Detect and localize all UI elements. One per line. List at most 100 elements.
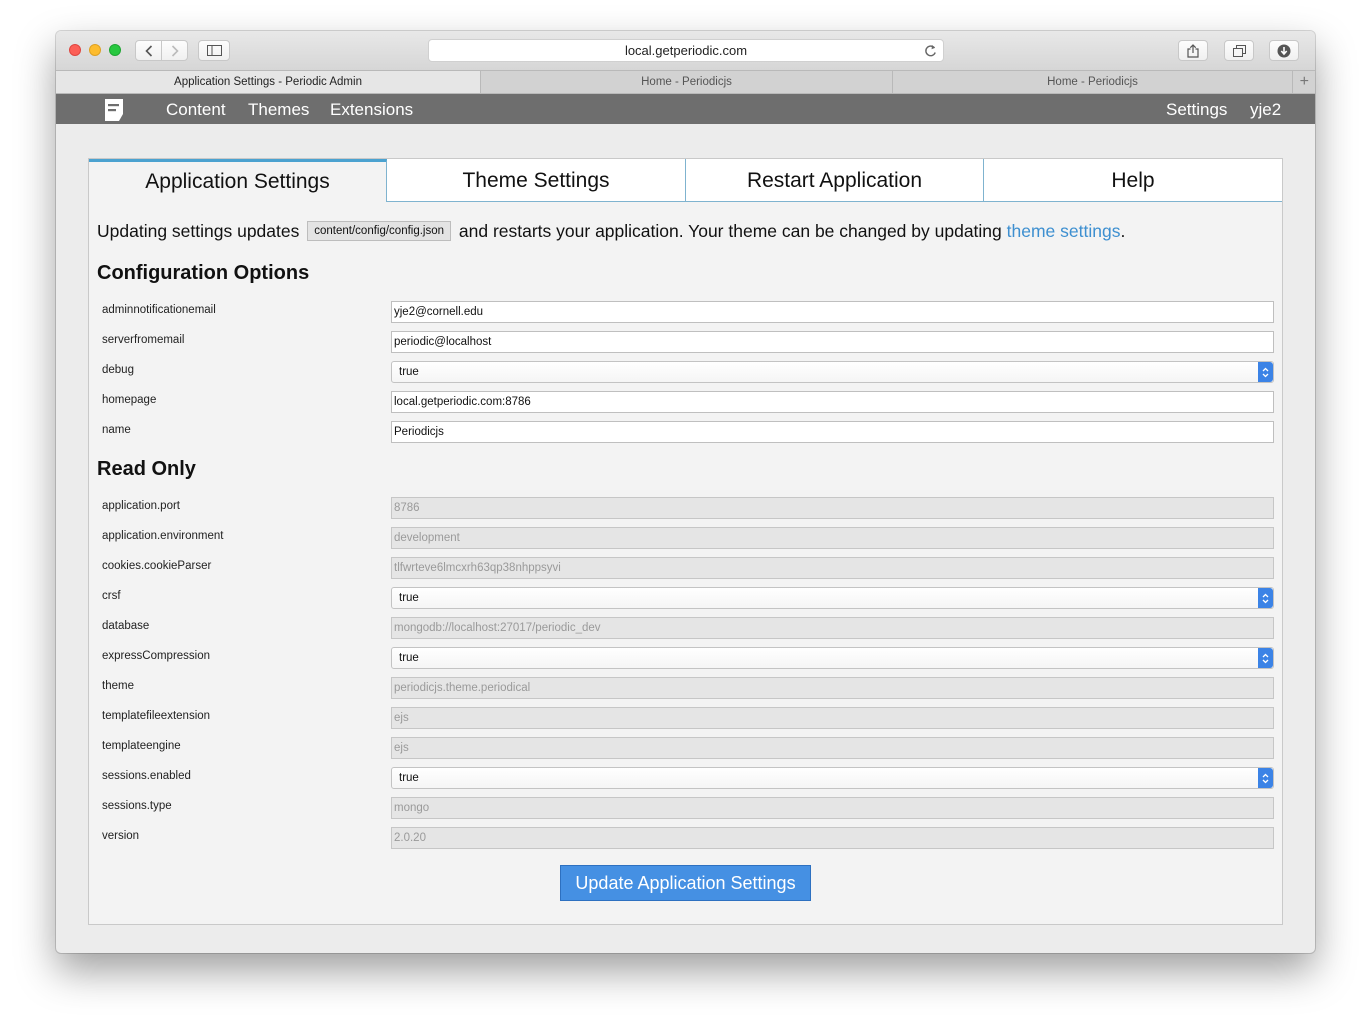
downloads-button[interactable] <box>1269 40 1299 61</box>
expresscompression-select[interactable]: true <box>391 647 1274 669</box>
address-bar[interactable]: local.getperiodic.com <box>428 39 944 62</box>
browser-tab-2[interactable]: Home - Periodicjs <box>481 71 893 93</box>
share-button[interactable] <box>1178 40 1208 61</box>
select-arrows-icon <box>1258 768 1273 788</box>
application-environment-input[interactable]: development <box>391 527 1274 549</box>
field-label: version <box>102 830 140 842</box>
read-only-heading: Read Only <box>97 458 196 480</box>
forward-button[interactable] <box>161 40 188 61</box>
browser-tab-bar: Application Settings - Periodic Admin Ho… <box>56 70 1315 94</box>
select-value: true <box>399 366 419 378</box>
nav-content[interactable]: Content <box>166 94 226 126</box>
share-icon <box>1187 43 1199 58</box>
tabs-overview-button[interactable] <box>1224 40 1254 61</box>
new-tab-button[interactable]: + <box>1300 72 1309 92</box>
cookies-cookieparser-input[interactable]: tlfwrteve6lmcxrh63qp38nhppsyvi <box>391 557 1274 579</box>
select-value: true <box>399 652 419 664</box>
application-port-input[interactable]: 8786 <box>391 497 1274 519</box>
intro-before: Updating settings updates <box>97 221 300 241</box>
field-row-database: database mongodb://localhost:27017/period… <box>89 617 1282 639</box>
field-row-templatefileextension: templatefileextension ejs <box>89 707 1282 729</box>
theme-settings-link[interactable]: theme settings <box>1007 221 1121 241</box>
config-path-code: content/config/config.json <box>307 221 452 242</box>
select-arrows-icon <box>1258 362 1273 382</box>
browser-window: local.getperiodic.com Application Settin… <box>56 31 1315 953</box>
field-row-sessions-enabled: sessions.enabled true <box>89 767 1282 789</box>
homepage-input[interactable]: local.getperiodic.com:8786 <box>391 391 1274 413</box>
field-label: expressCompression <box>102 650 211 662</box>
field-row-version: version 2.0.20 <box>89 827 1282 849</box>
tab-application-settings[interactable]: Application Settings <box>89 159 387 202</box>
browser-tab-3[interactable]: Home - Periodicjs <box>893 71 1293 93</box>
sessions-type-input[interactable]: mongo <box>391 797 1274 819</box>
field-label: application.port <box>102 500 180 512</box>
periodic-logo-icon[interactable] <box>102 98 126 127</box>
select-arrows-icon <box>1258 648 1273 668</box>
nav-user[interactable]: yje2 <box>1250 94 1281 126</box>
serverfromemail-input[interactable]: periodic@localhost <box>391 331 1274 353</box>
crsf-select[interactable]: true <box>391 587 1274 609</box>
sidebar-icon <box>206 45 222 56</box>
select-arrows-icon <box>1258 588 1273 608</box>
debug-select[interactable]: true <box>391 361 1274 383</box>
browser-toolbar: local.getperiodic.com <box>56 31 1315 70</box>
templatefileextension-input[interactable]: ejs <box>391 707 1274 729</box>
browser-tab-1[interactable]: Application Settings - Periodic Admin <box>56 71 481 93</box>
update-settings-button[interactable]: Update Application Settings <box>560 865 811 901</box>
version-input[interactable]: 2.0.20 <box>391 827 1274 849</box>
field-label: application.environment <box>102 530 224 542</box>
field-row-homepage: homepage local.getperiodic.com:8786 <box>89 391 1282 413</box>
field-label: homepage <box>102 394 157 406</box>
field-label: templateengine <box>102 740 181 752</box>
tab-restart-application[interactable]: Restart Application <box>686 159 984 202</box>
name-input[interactable]: Periodicjs <box>391 421 1274 443</box>
tab-help[interactable]: Help <box>984 159 1282 202</box>
back-button[interactable] <box>135 40 162 61</box>
field-label: database <box>102 620 150 632</box>
tab-theme-settings[interactable]: Theme Settings <box>387 159 686 202</box>
field-row-expresscompression: expressCompression true <box>89 647 1282 669</box>
theme-input[interactable]: periodicjs.theme.periodical <box>391 677 1274 699</box>
field-row-application-port: application.port 8786 <box>89 497 1282 519</box>
field-label: theme <box>102 680 134 692</box>
field-row-serverfromemail: serverfromemail periodic@localhost <box>89 331 1282 353</box>
close-window-button[interactable] <box>69 44 81 56</box>
select-value: true <box>399 592 419 604</box>
admin-nav-bar: Content Themes Extensions Settings yje2 <box>56 94 1315 124</box>
field-label: serverfromemail <box>102 334 185 346</box>
field-label: name <box>102 424 131 436</box>
download-icon <box>1277 44 1291 57</box>
field-label: debug <box>102 364 134 376</box>
database-input[interactable]: mongodb://localhost:27017/periodic_dev <box>391 617 1274 639</box>
intro-text: Updating settings updates content/config… <box>97 221 1125 242</box>
select-value: true <box>399 772 419 784</box>
field-row-crsf: crsf true <box>89 587 1282 609</box>
field-row-debug: debug true <box>89 361 1282 383</box>
field-label: templatefileextension <box>102 710 211 722</box>
nav-settings[interactable]: Settings <box>1166 94 1227 126</box>
reload-icon[interactable] <box>924 43 937 64</box>
intro-middle: and restarts your application. Your them… <box>454 221 1007 241</box>
field-label: crsf <box>102 590 121 602</box>
minimize-window-button[interactable] <box>89 44 101 56</box>
nav-extensions[interactable]: Extensions <box>330 94 413 126</box>
sessions-enabled-select[interactable]: true <box>391 767 1274 789</box>
zoom-window-button[interactable] <box>109 44 121 56</box>
nav-themes[interactable]: Themes <box>248 94 309 126</box>
sidebar-toggle-button[interactable] <box>198 40 230 61</box>
chevron-right-icon <box>171 44 179 57</box>
field-row-templateengine: templateengine ejs <box>89 737 1282 759</box>
field-row-name: name Periodicjs <box>89 421 1282 443</box>
tabs-icon <box>1232 44 1246 57</box>
field-row-application-environment: application.environment development <box>89 527 1282 549</box>
field-row-theme: theme periodicjs.theme.periodical <box>89 677 1282 699</box>
url-text: local.getperiodic.com <box>624 43 748 58</box>
config-options-heading: Configuration Options <box>97 262 310 284</box>
adminnotificationemail-input[interactable]: yje2@cornell.edu <box>391 301 1274 323</box>
intro-after: . <box>1120 221 1126 241</box>
settings-panel: Application Settings Theme Settings Rest… <box>88 158 1283 925</box>
field-label: sessions.type <box>102 800 172 812</box>
field-label: adminnotificationemail <box>102 304 216 316</box>
templateengine-input[interactable]: ejs <box>391 737 1274 759</box>
field-row-cookies-cookieparser: cookies.cookieParser tlfwrteve6lmcxrh63qp… <box>89 557 1282 579</box>
